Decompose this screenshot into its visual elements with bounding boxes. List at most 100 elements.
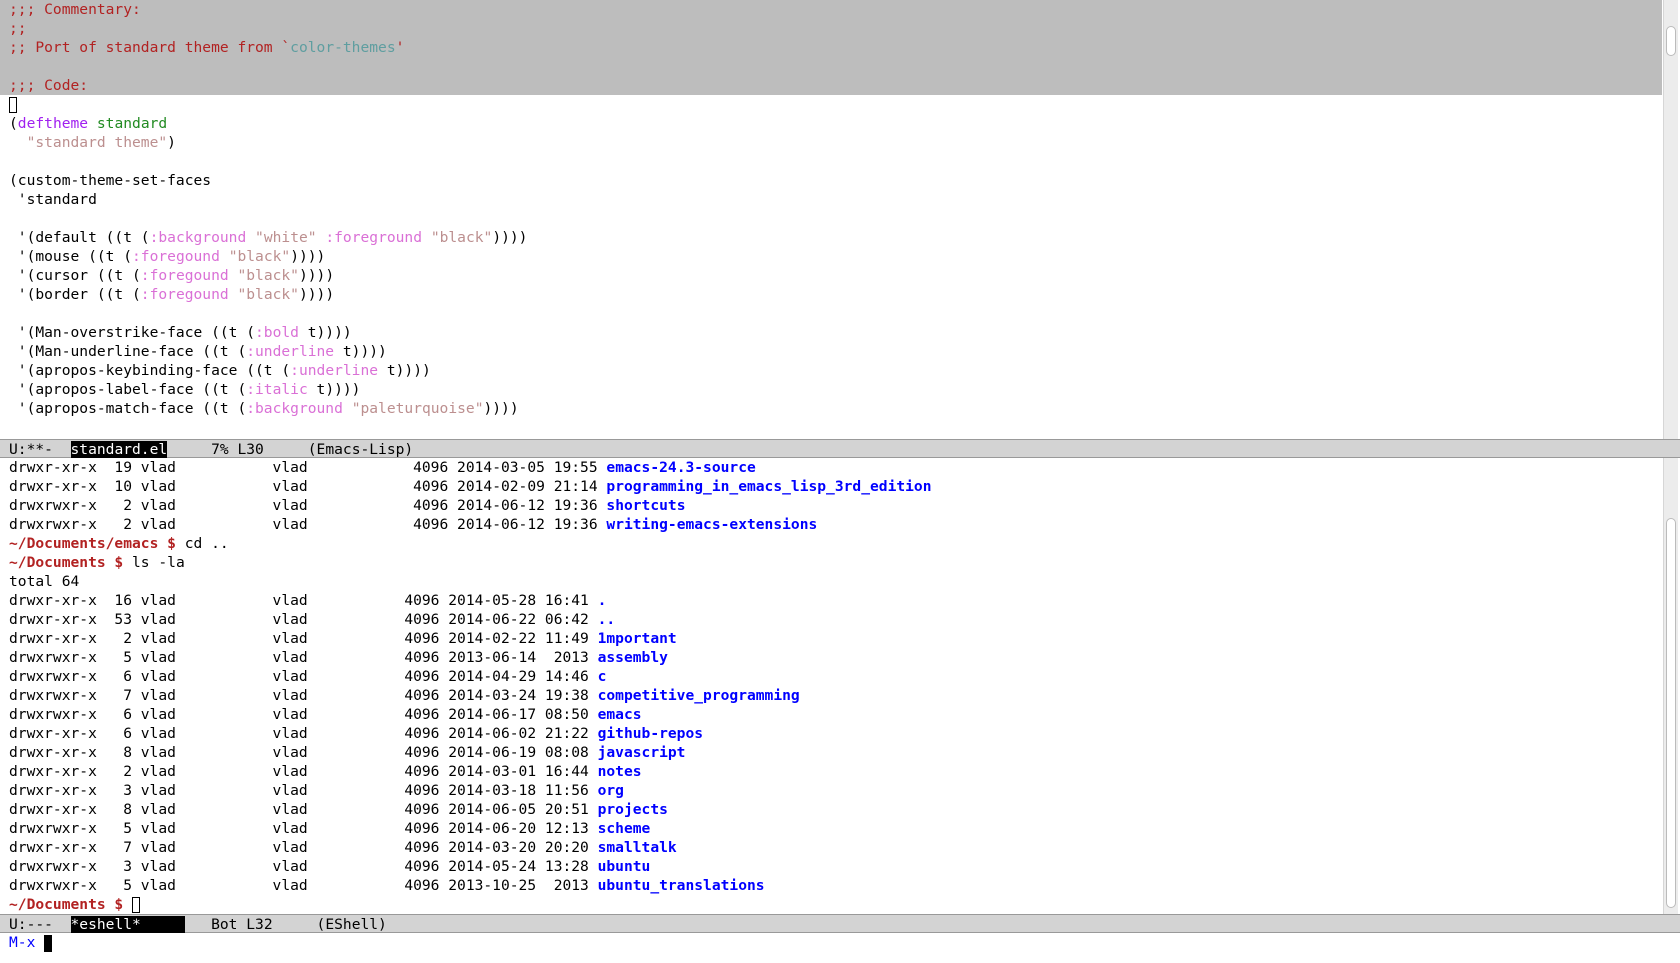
code-token: '(Man-overstrike-face ((t ( <box>9 324 256 341</box>
link-count: 7 <box>123 839 132 856</box>
code-token: :underline <box>290 362 379 379</box>
directory-name[interactable]: ubuntu_translations <box>598 877 765 894</box>
link-count: 10 <box>114 478 132 495</box>
shell-command: ls -la <box>123 554 185 571</box>
editor-scroll-thumb[interactable] <box>1666 26 1676 56</box>
code-token: (custom-theme-set-faces <box>9 172 212 189</box>
group: vlad <box>272 516 308 533</box>
owner: vlad <box>140 706 176 723</box>
directory-name[interactable]: . <box>598 592 607 609</box>
directory-name[interactable]: ubuntu <box>598 858 651 875</box>
file-time: 11:56 <box>544 782 589 799</box>
group: vlad <box>272 478 308 495</box>
code-line: '(Man-overstrike-face ((t (:bold t)))) <box>0 323 1662 342</box>
code-token: )))) <box>492 229 528 246</box>
file-time: 16:44 <box>544 763 589 780</box>
directory-name[interactable]: javascript <box>598 744 686 761</box>
group: vlad <box>272 820 308 837</box>
file-size: 4096 <box>404 801 440 818</box>
code-token: "black" <box>228 248 291 265</box>
directory-name[interactable]: assembly <box>598 649 668 666</box>
mode-line-position: Bot L32 <box>184 916 317 933</box>
buffer-name-eshell[interactable]: *eshell* <box>70 916 185 933</box>
directory-name[interactable]: emacs <box>598 706 642 723</box>
code-line: '(border ((t (:foregound "black")))) <box>0 285 1662 304</box>
file-date: 2014-05-28 <box>448 592 537 609</box>
file-date: 2014-06-12 <box>457 497 545 514</box>
directory-name[interactable]: .. <box>598 611 616 628</box>
shell-prompt: ~/Documents $ <box>9 896 124 913</box>
code-line: "standard theme") <box>0 133 1662 152</box>
editor-window[interactable]: ;;; Commentary:;;;; Port of standard the… <box>0 0 1662 439</box>
permissions: drwxrwxr-x <box>9 668 97 685</box>
mode-line-status: U:**- <box>9 441 71 458</box>
file-time: 19:55 <box>553 459 598 476</box>
permissions: drwxrwxr-x <box>9 858 97 875</box>
directory-name[interactable]: c <box>598 668 607 685</box>
code-token: ;; Port of standard theme from ` <box>9 39 291 56</box>
eshell-window[interactable]: drwxr-xr-x 19 vlad vlad 4096 2014-03-05 19:55 e… <box>0 458 1662 914</box>
file-time: 19:38 <box>544 687 589 704</box>
minibuffer[interactable]: M-x <box>0 933 1680 952</box>
code-token: t)))) <box>378 362 431 379</box>
code-token: '(default ((t ( <box>9 229 150 246</box>
shell-line: drwxrwxr-x 5 vlad vlad 4096 2013-10-25 2013 ub… <box>0 876 1662 895</box>
code-line: '(apropos-match-face ((t (:background "p… <box>0 399 1662 418</box>
permissions: drwxr-xr-x <box>9 744 97 761</box>
file-date: 2014-06-20 <box>448 820 537 837</box>
directory-name[interactable]: emacs-24.3-source <box>606 459 755 476</box>
major-mode[interactable]: (Emacs-Lisp) <box>308 441 413 458</box>
file-size: 4096 <box>404 820 440 837</box>
file-time: 11:49 <box>544 630 589 647</box>
directory-name[interactable]: shortcuts <box>606 497 685 514</box>
shell-cursor <box>132 897 141 913</box>
directory-name[interactable]: writing-emacs-extensions <box>606 516 817 533</box>
directory-name[interactable]: org <box>598 782 624 799</box>
shell-line: drwxrwxr-x 6 vlad vlad 4096 2014-06-17 08:50 em… <box>0 705 1662 724</box>
group: vlad <box>272 858 308 875</box>
owner: vlad <box>140 497 176 514</box>
permissions: drwxr-xr-x <box>9 782 97 799</box>
shell-line: drwxr-xr-x 2 vlad vlad 4096 2014-02-22 11:49 1m… <box>0 629 1662 648</box>
directory-name[interactable]: programming_in_emacs_lisp_3rd_edition <box>606 478 931 495</box>
group: vlad <box>272 744 308 761</box>
file-time: 06:42 <box>544 611 589 628</box>
file-size: 4096 <box>404 782 440 799</box>
file-size: 4096 <box>404 877 440 894</box>
code-token: ( <box>9 115 18 132</box>
code-token: standard <box>96 115 168 132</box>
editor-scrollbar[interactable] <box>1663 0 1678 439</box>
directory-name[interactable]: projects <box>598 801 668 818</box>
owner: vlad <box>140 820 176 837</box>
buffer-name-standard[interactable]: standard.el <box>70 441 168 458</box>
shell-line: drwxrwxr-x 7 vlad vlad 4096 2014-03-24 19:38 co… <box>0 686 1662 705</box>
owner: vlad <box>140 516 176 533</box>
code-token: "black" <box>237 286 299 303</box>
shell-line: drwxrwxr-x 3 vlad vlad 4096 2014-05-24 13:28 ub… <box>0 857 1662 876</box>
directory-name[interactable]: smalltalk <box>598 839 677 856</box>
link-count: 2 <box>123 630 132 647</box>
file-size: 4096 <box>404 706 440 723</box>
file-size: 4096 <box>404 630 440 647</box>
directory-name[interactable]: github-repos <box>598 725 703 742</box>
file-time: 19:36 <box>553 516 598 533</box>
code-token: "white" <box>255 229 317 246</box>
directory-name[interactable]: 1mportant <box>598 630 677 647</box>
directory-name[interactable]: competitive_programming <box>598 687 800 704</box>
commentary-block: ;;; Commentary:;;;; Port of standard the… <box>0 0 1662 95</box>
group: vlad <box>272 611 308 628</box>
eshell-scroll-thumb[interactable] <box>1666 518 1676 908</box>
major-mode[interactable]: (EShell) <box>317 916 387 933</box>
eshell-scrollbar[interactable] <box>1663 458 1678 914</box>
group: vlad <box>272 801 308 818</box>
directory-name[interactable]: notes <box>598 763 642 780</box>
permissions: drwxrwxr-x <box>9 820 97 837</box>
file-size: 4096 <box>404 725 440 742</box>
link-count: 2 <box>123 763 132 780</box>
directory-name[interactable]: scheme <box>598 820 651 837</box>
file-time: 08:50 <box>544 706 589 723</box>
